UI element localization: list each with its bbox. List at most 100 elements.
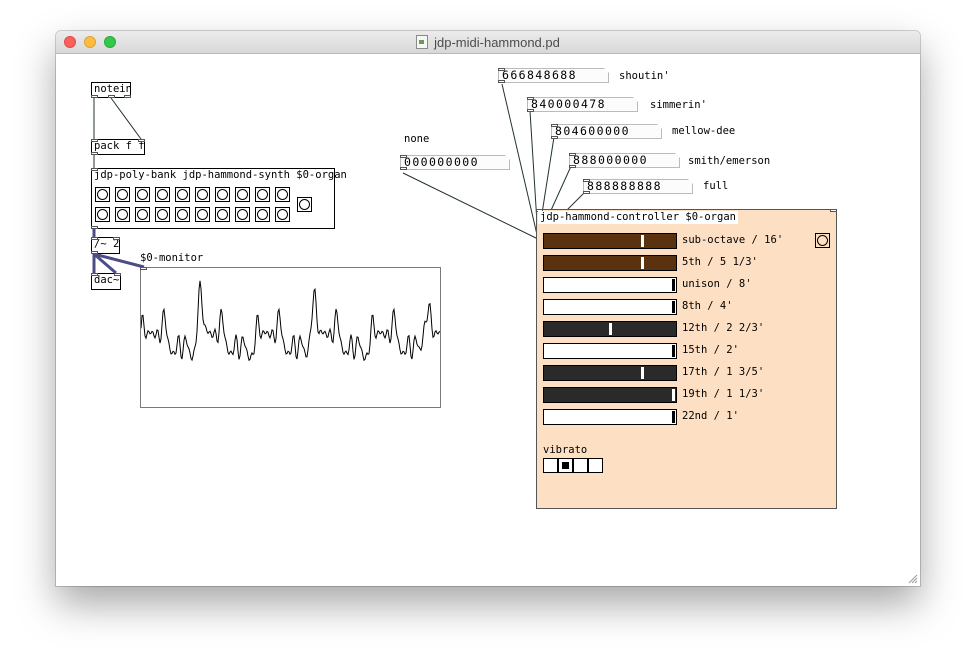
window-title: jdp-midi-hammond.pd — [56, 35, 920, 50]
document-icon — [416, 35, 429, 49]
drawbar-thumb[interactable] — [609, 323, 612, 335]
vibrato-option[interactable] — [588, 458, 603, 473]
voice-bang[interactable] — [255, 187, 270, 202]
outlet[interactable] — [527, 109, 534, 112]
preset-none-label: none — [404, 133, 430, 145]
inlet[interactable] — [583, 179, 590, 182]
preset-smith-emerson-number[interactable]: 888000000 — [569, 153, 680, 168]
outlet[interactable] — [91, 95, 98, 98]
drawbar-slider[interactable] — [543, 233, 677, 249]
drawbar-slider[interactable] — [543, 343, 677, 359]
outlet[interactable] — [91, 226, 98, 229]
patch-canvas[interactable]: notein pack f f jdp-poly-bank jdp-hammon… — [56, 54, 920, 586]
drawbar-thumb[interactable] — [672, 301, 675, 313]
preset-shoutin-label: shoutin' — [619, 70, 670, 82]
pack-object[interactable]: pack f f — [91, 139, 145, 155]
hammond-controller[interactable]: jdp-hammond-controller $0-organ sub-octa… — [536, 209, 837, 509]
voice-bang[interactable] — [155, 207, 170, 222]
outlet[interactable] — [583, 191, 590, 194]
drawbar-label: 5th / 5 1/3' — [682, 256, 758, 268]
voice-bang[interactable] — [195, 187, 210, 202]
voice-bang[interactable] — [235, 207, 250, 222]
vibrato-option[interactable] — [558, 458, 573, 473]
outlet[interactable] — [569, 165, 576, 168]
inlet[interactable] — [91, 168, 98, 171]
inlet[interactable] — [91, 273, 98, 276]
preset-mellow-dee-number[interactable]: 804600000 — [551, 124, 662, 139]
controller-bang[interactable] — [815, 233, 830, 248]
inlet[interactable] — [830, 209, 837, 212]
outlet[interactable] — [91, 152, 98, 155]
drawbar-label: 12th / 2 2/3' — [682, 322, 765, 334]
drawbar-slider[interactable] — [543, 387, 677, 403]
divide-signal-object[interactable]: /~ 2 — [91, 237, 120, 254]
inlet[interactable] — [138, 139, 145, 142]
outlet[interactable] — [91, 251, 98, 254]
outlet[interactable] — [124, 95, 131, 98]
preset-shoutin-number[interactable]: 666848688 — [498, 68, 609, 83]
preset-full-number[interactable]: 888888888 — [583, 179, 693, 194]
inlet[interactable] — [498, 68, 505, 71]
monitor-label: $0-monitor — [140, 252, 204, 264]
voice-bang[interactable] — [215, 207, 230, 222]
inlet[interactable] — [551, 124, 558, 127]
preset-simmerin-number[interactable]: 840000478 — [527, 97, 638, 112]
drawbar-slider[interactable] — [543, 277, 677, 293]
drawbar-label: 15th / 2' — [682, 344, 739, 356]
inlet[interactable] — [91, 139, 98, 142]
drawbar-label: sub-octave / 16' — [682, 234, 784, 246]
preset-mellow-dee-label: mellow-dee — [672, 125, 736, 137]
drawbar-slider[interactable] — [543, 365, 677, 381]
drawbar-slider[interactable] — [543, 321, 677, 337]
voice-bang[interactable] — [235, 187, 250, 202]
vibrato-option[interactable] — [543, 458, 558, 473]
voice-bang[interactable] — [135, 207, 150, 222]
outlet[interactable] — [551, 136, 558, 139]
dac-object[interactable]: dac~ — [91, 273, 121, 290]
inlet[interactable] — [527, 97, 534, 100]
preset-smith-emerson-label: smith/emerson — [688, 155, 771, 167]
drawbar-thumb[interactable] — [672, 411, 675, 423]
drawbar-thumb[interactable] — [641, 367, 644, 379]
preset-simmerin-label: simmerin' — [650, 99, 707, 111]
drawbar-label: 19th / 1 1/3' — [682, 388, 765, 400]
notein-object[interactable]: notein — [91, 82, 132, 98]
drawbar-thumb[interactable] — [672, 345, 675, 357]
outlet[interactable] — [108, 95, 115, 98]
drawbar-thumb[interactable] — [641, 235, 644, 247]
voice-bang[interactable] — [95, 187, 110, 202]
voice-bang[interactable] — [115, 207, 130, 222]
vibrato-label: vibrato — [543, 444, 588, 456]
inlet[interactable] — [569, 153, 576, 156]
voice-bang[interactable] — [95, 207, 110, 222]
voice-bang[interactable] — [255, 207, 270, 222]
outlet[interactable] — [400, 167, 407, 170]
voice-bang[interactable] — [115, 187, 130, 202]
voice-bang[interactable] — [175, 207, 190, 222]
voice-bang[interactable] — [175, 187, 190, 202]
inlet[interactable] — [114, 273, 121, 276]
drawbar-slider[interactable] — [543, 409, 677, 425]
inlet[interactable] — [113, 237, 120, 240]
drawbar-thumb[interactable] — [641, 257, 644, 269]
outlet[interactable] — [498, 80, 505, 83]
inlet[interactable] — [400, 155, 407, 158]
drawbar-thumb[interactable] — [672, 279, 675, 291]
voice-bang[interactable] — [215, 187, 230, 202]
poly-bank-bang[interactable] — [297, 197, 312, 212]
resize-grip-icon[interactable] — [908, 574, 918, 584]
inlet[interactable] — [91, 237, 98, 240]
vibrato-option[interactable] — [573, 458, 588, 473]
drawbar-thumb[interactable] — [672, 389, 675, 401]
drawbar-slider[interactable] — [543, 255, 677, 271]
voice-bang[interactable] — [195, 207, 210, 222]
preset-none-number[interactable]: 000000000 — [400, 155, 510, 170]
voice-bang[interactable] — [135, 187, 150, 202]
controller-title: jdp-hammond-controller $0-organ — [538, 211, 738, 224]
voice-bang[interactable] — [275, 187, 290, 202]
preset-full-label: full — [703, 180, 729, 192]
drawbar-slider[interactable] — [543, 299, 677, 315]
voice-bang[interactable] — [155, 187, 170, 202]
voice-bang[interactable] — [275, 207, 290, 222]
drawbar-label: 22nd / 1' — [682, 410, 739, 422]
